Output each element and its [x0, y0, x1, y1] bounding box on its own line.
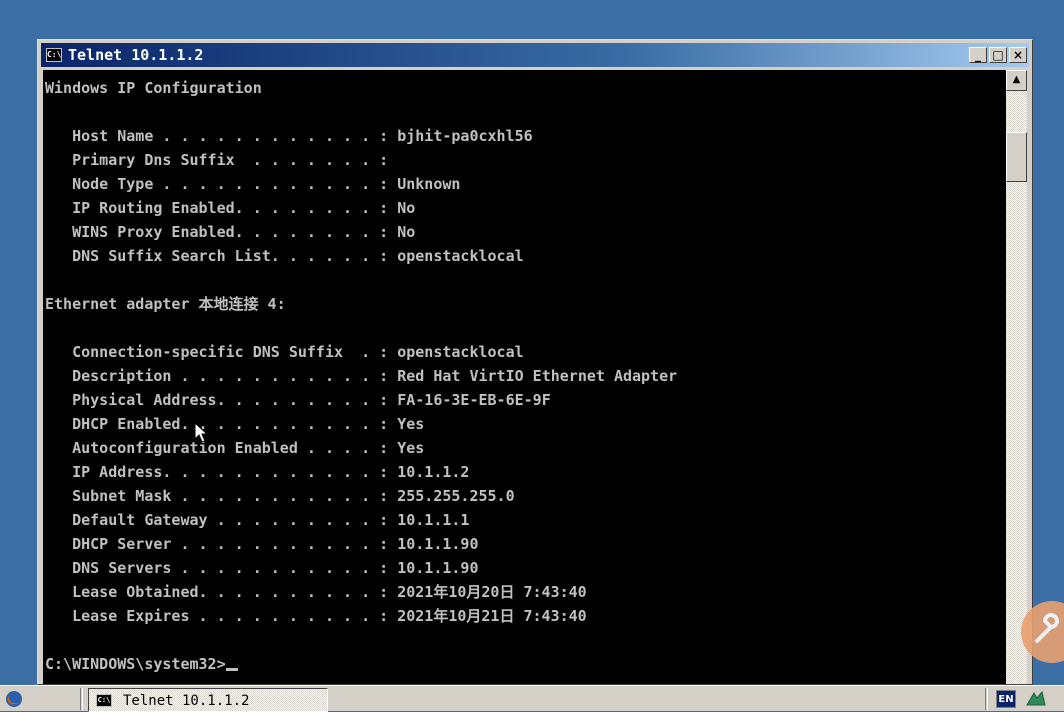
console-line: Primary Dns Suffix . . . . . . . : [45, 151, 389, 169]
ime-icon[interactable] [1024, 689, 1048, 709]
tray-separator [985, 688, 988, 710]
console-line: Node Type . . . . . . . . . . . . : Unkn… [45, 175, 461, 193]
console-line: Windows IP Configuration [45, 79, 262, 97]
wrench-icon [1035, 613, 1059, 643]
firefox-icon[interactable] [4, 689, 24, 709]
console-app-icon[interactable]: C:\ [46, 48, 62, 62]
console-line: DHCP Enabled. . . . . . . . . . . : Yes [45, 415, 425, 433]
text-cursor [225, 668, 238, 671]
taskbar-button-telnet[interactable]: C:\ Telnet 10.1.1.2 [88, 688, 328, 712]
console-line: Lease Obtained. . . . . . . . . . : 2021… [45, 583, 587, 601]
close-button[interactable]: × [1009, 47, 1027, 63]
taskbar: C:\ Telnet 10.1.1.2 EN [0, 685, 1064, 712]
console-line: Default Gateway . . . . . . . . . : 10.1… [45, 511, 470, 529]
scroll-up-button[interactable]: ▲ [1006, 70, 1027, 91]
console-line: Lease Expires . . . . . . . . . . : 2021… [45, 607, 587, 625]
console-line: Subnet Mask . . . . . . . . . . . : 255.… [45, 487, 515, 505]
telnet-console-window[interactable]: C:\ Telnet 10.1.1.2 _ □ × Windows IP Con… [37, 39, 1033, 685]
taskbar-separator [80, 688, 83, 710]
taskbar-button-label: Telnet 10.1.1.2 [123, 693, 250, 709]
console-line: Autoconfiguration Enabled . . . . : Yes [45, 439, 425, 457]
console-lines: Windows IP Configuration Host Name . . .… [45, 76, 677, 676]
minimize-button[interactable]: _ [969, 47, 987, 63]
console-line: WINS Proxy Enabled. . . . . . . . : No [45, 223, 416, 241]
console-line: Physical Address. . . . . . . . . : FA-1… [45, 391, 551, 409]
scrollbar-thumb[interactable] [1006, 132, 1027, 182]
console-line: DNS Servers . . . . . . . . . . . : 10.1… [45, 559, 479, 577]
console-app-icon: C:\ [96, 694, 112, 707]
console-line: Description . . . . . . . . . . . : Red … [45, 367, 678, 385]
mouse-pointer-icon [194, 422, 209, 443]
vertical-scrollbar[interactable]: ▲ [1006, 70, 1027, 684]
console-line: Host Name . . . . . . . . . . . . : bjhi… [45, 127, 533, 145]
console-line: IP Routing Enabled. . . . . . . . : No [45, 199, 416, 217]
maximize-button[interactable]: □ [989, 47, 1007, 63]
console-line: DHCP Server . . . . . . . . . . . : 10.1… [45, 535, 479, 553]
window-title: Telnet 10.1.1.2 [68, 46, 204, 64]
command-prompt: C:\WINDOWS\system32> [45, 655, 226, 673]
console-output-area[interactable]: Windows IP Configuration Host Name . . .… [43, 70, 1006, 684]
console-line: DNS Suffix Search List. . . . . . : open… [45, 247, 524, 265]
console-line: Ethernet adapter 本地连接 4: [45, 295, 286, 313]
window-titlebar[interactable]: C:\ Telnet 10.1.1.2 _ □ × [41, 43, 1029, 67]
console-line: Connection-specific DNS Suffix . : opens… [45, 343, 524, 361]
language-indicator[interactable]: EN [996, 690, 1016, 708]
console-line: IP Address. . . . . . . . . . . . : 10.1… [45, 463, 470, 481]
